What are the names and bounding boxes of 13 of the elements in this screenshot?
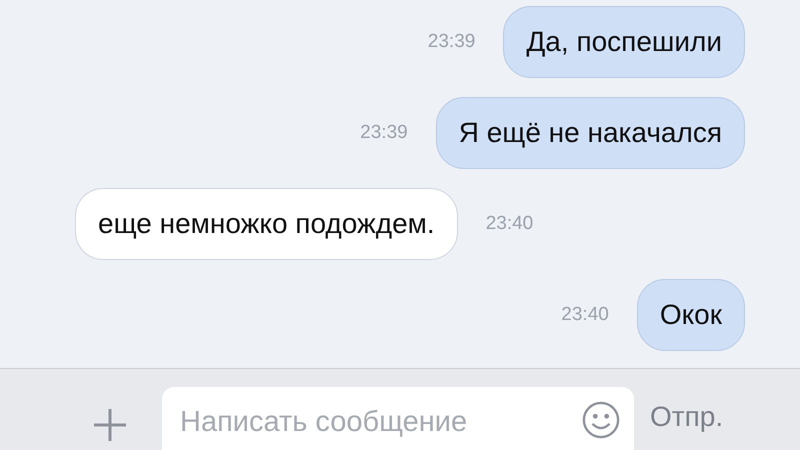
message-time: 23:39 [360, 122, 408, 144]
message-time: 23:39 [428, 31, 476, 53]
message-bubble: Я ещё не накачался [436, 97, 745, 169]
message-bubble: Окок [636, 279, 745, 351]
message-time: 23:40 [486, 213, 534, 235]
message-time: 23:40 [561, 304, 609, 326]
message-bubble: еще немножко подождем. [75, 188, 458, 260]
message-field[interactable]: Написать сообщение [162, 387, 634, 450]
add-icon[interactable] [92, 407, 128, 443]
message-input[interactable]: Написать сообщение [180, 401, 582, 443]
message-bubble: Да, поспешили [503, 6, 745, 78]
send-button[interactable]: Отпр. [650, 387, 724, 433]
smiley-icon[interactable] [582, 401, 620, 439]
